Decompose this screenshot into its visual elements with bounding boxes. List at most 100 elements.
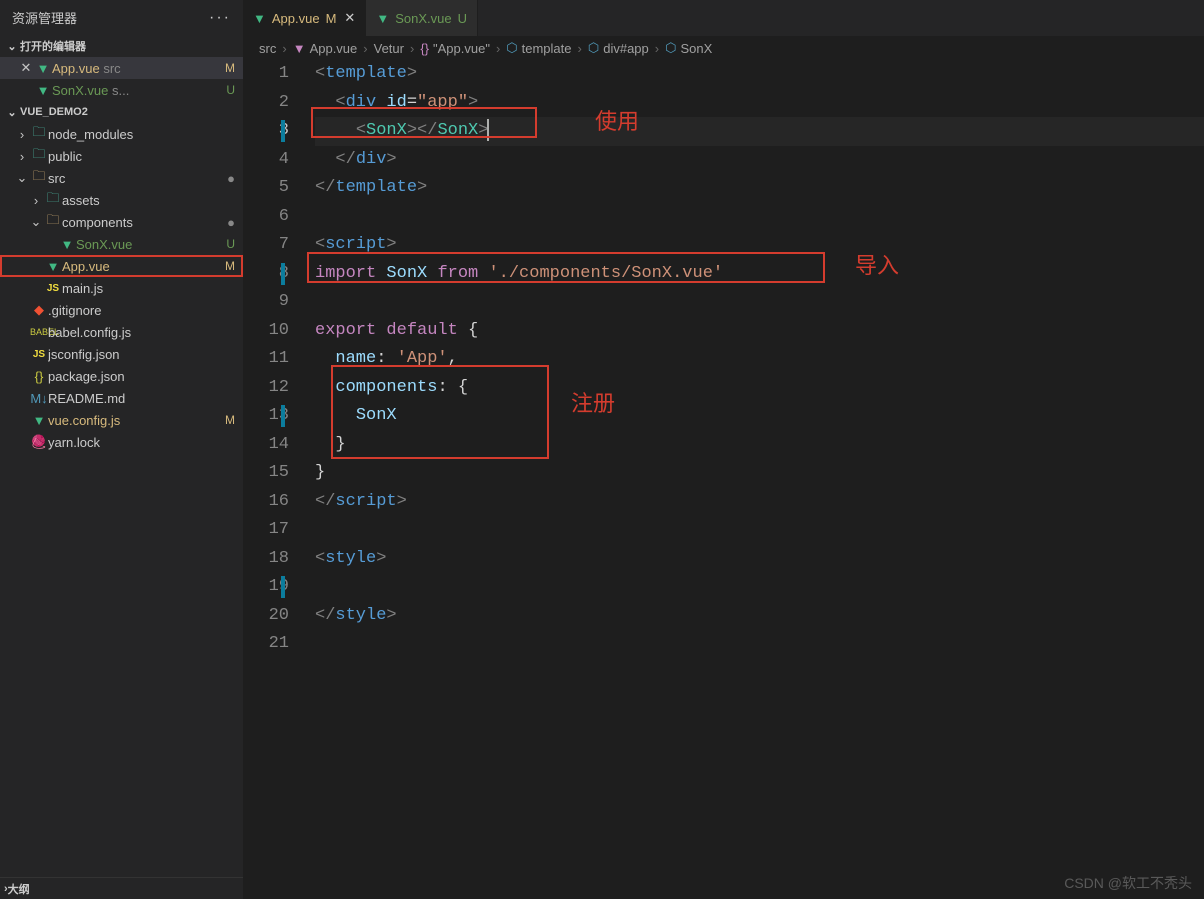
vue-icon: ▼ [376,11,389,26]
tree-item[interactable]: ▼vue.config.jsM [0,409,243,431]
chevron-down-icon: ⌄ [14,170,30,186]
editor-tab[interactable]: ▼SonX.vueU [366,0,478,36]
breadcrumb-item[interactable]: src [259,41,276,56]
tree-item[interactable]: 🧶yarn.lock [0,431,243,453]
line-number: 6 [243,203,289,232]
tab-git-status: U [458,11,467,26]
tree-item[interactable]: JSjsconfig.json [0,343,243,365]
file-label: package.json [48,369,235,384]
folder-icon: 🗀 [30,145,48,167]
annotation-import: 导入 [855,252,899,281]
modified-dot-icon: ● [227,171,235,186]
more-actions-icon[interactable]: ··· [209,9,231,27]
tree-item[interactable]: {}package.json [0,365,243,387]
chevron-down-icon: ⌄ [4,40,20,53]
project-header[interactable]: ⌄ VUE_DEMO2 [0,101,243,123]
breadcrumb-item[interactable]: ⬡div#app [588,40,649,56]
vue-icon: ▼ [30,413,48,428]
code-line[interactable]: <SonX></SonX> [315,117,1204,146]
file-label: main.js [62,281,235,296]
close-icon[interactable]: ✕ [18,60,34,76]
tree-item[interactable]: ⌄🗀components● [0,211,243,233]
babel-icon: BABEL [30,327,48,337]
line-number: 4 [243,146,289,175]
breadcrumbs[interactable]: src›▼App.vue›Vetur›{}"App.vue"›⬡template… [243,36,1204,60]
code-line[interactable] [315,630,1204,659]
line-number: 20 [243,602,289,631]
file-label: src [48,171,223,186]
chevron-right-icon: › [14,127,30,142]
code-line[interactable]: <template> [315,60,1204,89]
code-editor[interactable]: 123456789101112131415161718192021 使用 导入 … [243,60,1204,899]
breadcrumb-item[interactable]: {}"App.vue" [420,41,490,56]
code-line[interactable]: <div id="app"> [315,89,1204,118]
code-line[interactable] [315,288,1204,317]
chevron-right-icon: › [28,193,44,208]
breadcrumb-item[interactable]: ▼App.vue [293,41,358,56]
symbol-icon: ⬡ [506,40,517,56]
folder-open-icon: 🗀 [44,211,62,233]
vue-icon: ▼ [34,83,52,98]
code-line[interactable]: import SonX from './components/SonX.vue' [315,260,1204,289]
annotation-register: 注册 [571,390,615,419]
line-number: 2 [243,89,289,118]
tree-item[interactable]: ▼SonX.vueU [0,233,243,255]
tree-item[interactable]: JSmain.js [0,277,243,299]
file-label: App.vue [62,259,221,274]
git-status-badge: U [226,83,235,97]
code-line[interactable]: <script> [315,231,1204,260]
open-editors-header[interactable]: ⌄ 打开的编辑器 [0,35,243,57]
code-line[interactable]: } [315,431,1204,460]
breadcrumb-item[interactable]: ⬡template [506,40,571,56]
code-line[interactable]: </div> [315,146,1204,175]
breadcrumb-item[interactable]: Vetur [374,41,404,56]
tree-item[interactable]: ›🗀assets [0,189,243,211]
file-label: SonX.vue s... [52,83,222,98]
open-editors-label: 打开的编辑器 [20,38,86,54]
line-number: 16 [243,488,289,517]
tree-item[interactable]: ▼App.vueM [0,255,243,277]
modified-dot-icon: ● [227,215,235,230]
code-line[interactable]: export default { [315,317,1204,346]
line-number: 17 [243,516,289,545]
line-gutter: 123456789101112131415161718192021 [243,60,315,899]
line-number: 21 [243,630,289,659]
code-line[interactable] [315,573,1204,602]
line-number: 10 [243,317,289,346]
folder-icon: 🗀 [30,123,48,145]
code-line[interactable]: <style> [315,545,1204,574]
code-line[interactable]: </script> [315,488,1204,517]
vue-icon: ▼ [58,237,76,252]
tree-item[interactable]: ◆.gitignore [0,299,243,321]
code-line[interactable]: } [315,459,1204,488]
open-editor-item[interactable]: ▼SonX.vue s... U [0,79,243,101]
code-line[interactable]: SonX [315,402,1204,431]
code-line[interactable]: </template> [315,174,1204,203]
editor-tab[interactable]: ▼App.vueM✕ [243,0,366,36]
code-line[interactable]: </style> [315,602,1204,631]
file-label: node_modules [48,127,235,142]
tree-item[interactable]: ›🗀public [0,145,243,167]
outline-header[interactable]: › 大纲 [0,877,243,899]
symbol-icon: ⬡ [665,40,676,56]
code-line[interactable] [315,516,1204,545]
tree-item[interactable]: BABELbabel.config.js [0,321,243,343]
code-content[interactable]: 使用 导入 注册 <template> <div id="app"> <SonX… [315,60,1204,899]
file-label: vue.config.js [48,413,221,428]
tree-item[interactable]: M↓README.md [0,387,243,409]
breadcrumb-item[interactable]: ⬡SonX [665,40,712,56]
code-line[interactable]: name: 'App', [315,345,1204,374]
code-line[interactable]: components: { [315,374,1204,403]
tree-item[interactable]: ›🗀node_modules [0,123,243,145]
code-line[interactable] [315,203,1204,232]
vue-icon: ▼ [253,11,266,26]
close-tab-icon[interactable]: ✕ [344,10,355,26]
git-status-badge: U [226,237,235,251]
tree-item[interactable]: ⌄🗀src● [0,167,243,189]
line-number: 13 [243,402,289,431]
open-editor-item[interactable]: ✕▼App.vue srcM [0,57,243,79]
git-status-badge: M [225,259,235,273]
open-editors-list: ✕▼App.vue srcM ▼SonX.vue s... U [0,57,243,101]
explorer-title: 资源管理器 [12,8,77,27]
line-number: 1 [243,60,289,89]
